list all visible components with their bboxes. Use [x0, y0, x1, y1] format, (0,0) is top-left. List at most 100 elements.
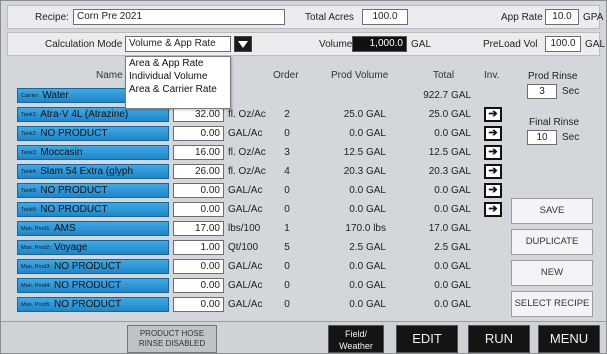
product-name-button[interactable]: Man. Prod4: NO PRODUCT — [17, 278, 169, 293]
product-rate-unit: lbs/100 — [228, 223, 261, 234]
final-rinse-unit: Sec — [562, 132, 580, 143]
product-rate-input[interactable]: 1.00 — [173, 240, 224, 255]
product-name: NO PRODUCT — [53, 299, 122, 310]
product-order: 0 — [284, 128, 290, 139]
product-rate-input[interactable]: 0.00 — [173, 278, 224, 293]
product-name-button[interactable]: Tank1: Atra-V 4L (Atrazine) — [17, 107, 169, 122]
field-line-1: Field/ — [344, 329, 367, 339]
product-name-button[interactable]: Man. Prod1: AMS — [17, 221, 169, 236]
product-name-button[interactable]: Tank3: Moccasin — [17, 145, 169, 160]
product-prefix: Man. Prod3: — [21, 264, 51, 270]
volume-field[interactable]: 1,000.0 — [352, 36, 407, 52]
product-total: 0.0 GAL — [434, 280, 471, 291]
recipe-label: Recipe: — [35, 12, 69, 23]
dropdown-option[interactable]: Individual Volume — [126, 70, 230, 83]
product-name: Slam 54 Extra (glyph — [40, 166, 134, 177]
product-prefix: Tank3: — [21, 150, 38, 156]
product-name-button[interactable]: Tank6: NO PRODUCT — [17, 202, 169, 217]
recipe-screen: Recipe: Corn Pre 2021 Total Acres 100.0 … — [0, 0, 607, 354]
product-prefix: Tank4: — [21, 169, 38, 175]
product-name: NO PRODUCT — [40, 128, 108, 139]
calc-mode-label: Calculation Mode — [45, 39, 123, 50]
recipe-name-field[interactable]: Corn Pre 2021 — [73, 9, 285, 25]
product-name-button[interactable]: Tank5: NO PRODUCT — [17, 183, 169, 198]
product-name-button[interactable]: Tank2: NO PRODUCT — [17, 126, 169, 141]
product-prefix: Tank6: — [21, 207, 38, 213]
product-order: 0 — [284, 185, 290, 196]
product-rate-input[interactable]: 26.00 — [173, 164, 224, 179]
run-button[interactable]: RUN — [468, 325, 530, 353]
product-rate-input[interactable]: 0.00 — [173, 183, 224, 198]
arrow-right-icon[interactable]: ➔ — [484, 183, 502, 198]
dropdown-option[interactable]: Area & App Rate — [126, 57, 230, 70]
product-total: 2.5 GAL — [434, 242, 471, 253]
product-order: 4 — [284, 166, 290, 177]
col-header-inv: Inv. — [484, 70, 500, 81]
product-prefix: Man. Prod1: — [21, 226, 51, 232]
total-acres-field[interactable]: 100.0 — [362, 9, 408, 25]
product-hose-rinse-button[interactable]: PRODUCT HOSE RINSE DISABLED — [127, 325, 217, 353]
arrow-right-icon[interactable]: ➔ — [484, 164, 502, 179]
product-total: 0.0 GAL — [434, 299, 471, 310]
arrow-right-icon[interactable]: ➔ — [484, 145, 502, 160]
final-rinse-label: Final Rinse — [529, 117, 580, 128]
prod-rinse-field[interactable]: 3 — [527, 84, 557, 99]
product-name: NO PRODUCT — [40, 185, 108, 196]
product-rate-input[interactable]: 0.00 — [173, 297, 224, 312]
duplicate-button[interactable]: DUPLICATE — [511, 229, 593, 255]
product-rate-input[interactable]: 0.00 — [173, 202, 224, 217]
total-acres-label: Total Acres — [305, 12, 354, 23]
col-header-name: Name — [96, 70, 123, 81]
product-name-button[interactable]: Man. Prod5: NO PRODUCT — [17, 297, 169, 312]
col-header-prod-volume: Prod Volume — [331, 70, 389, 81]
calc-mode-dropdown-button[interactable] — [234, 36, 252, 52]
product-volume: 0.0 GAL — [349, 261, 386, 272]
volume-label: Volume — [319, 39, 353, 50]
product-rate-input[interactable]: 0.00 — [173, 126, 224, 141]
product-rate-input[interactable]: 16.00 — [173, 145, 224, 160]
edit-button[interactable]: EDIT — [396, 325, 458, 353]
select-recipe-button[interactable]: SELECT RECIPE — [511, 291, 593, 317]
app-rate-field[interactable]: 10.0 — [545, 9, 579, 25]
carrier-total: 922.7 GAL — [423, 90, 471, 101]
product-order: 0 — [284, 299, 290, 310]
product-rate-input[interactable]: 17.00 — [173, 221, 224, 236]
field-weather-button[interactable]: Field/ Weather — [328, 325, 384, 353]
final-rinse-field[interactable]: 10 — [527, 130, 557, 145]
save-button[interactable]: SAVE — [511, 198, 593, 224]
arrow-right-icon[interactable]: ➔ — [484, 126, 502, 141]
product-total: 17.0 GAL — [428, 223, 471, 234]
product-order: 1 — [284, 223, 290, 234]
product-prefix: Tank1: — [21, 112, 38, 118]
menu-button[interactable]: MENU — [538, 325, 600, 353]
product-volume: 0.0 GAL — [349, 280, 386, 291]
preload-label: PreLoad Vol — [483, 39, 538, 50]
product-volume: 20.3 GAL — [343, 166, 386, 177]
product-order: 2 — [284, 109, 290, 120]
new-button[interactable]: NEW — [511, 260, 593, 286]
product-rate-input[interactable]: 0.00 — [173, 259, 224, 274]
prod-rinse-unit: Sec — [562, 86, 580, 97]
dropdown-option[interactable]: Area & Carrier Rate — [126, 83, 230, 96]
product-name-button[interactable]: Man. Prod3: NO PRODUCT — [17, 259, 169, 274]
product-name-button[interactable]: Man. Prod2: Voyage — [17, 240, 169, 255]
product-volume: 25.0 GAL — [343, 109, 386, 120]
calc-mode-select[interactable]: Volume & App Rate — [125, 36, 231, 52]
product-rate-input[interactable]: 32.00 — [173, 107, 224, 122]
product-volume: 0.0 GAL — [349, 185, 386, 196]
product-volume: 170.0 lbs — [345, 223, 386, 234]
product-rate-unit: GAL/Ac — [228, 204, 263, 215]
preload-field[interactable]: 100.0 — [545, 36, 581, 52]
product-name: NO PRODUCT — [53, 261, 122, 272]
carrier-prefix: Carrier: — [21, 93, 40, 99]
product-name: NO PRODUCT — [53, 280, 122, 291]
arrow-right-icon[interactable]: ➔ — [484, 202, 502, 217]
arrow-right-icon[interactable]: ➔ — [484, 107, 502, 122]
product-name-button[interactable]: Tank4: Slam 54 Extra (glyph — [17, 164, 169, 179]
hose-line-1: PRODUCT HOSE — [139, 329, 205, 338]
product-prefix: Tank2: — [21, 131, 38, 137]
field-line-2: Weather — [339, 341, 373, 351]
product-total: 0.0 GAL — [434, 261, 471, 272]
product-name: AMS — [53, 223, 76, 234]
app-rate-unit: GPA — [583, 12, 604, 23]
